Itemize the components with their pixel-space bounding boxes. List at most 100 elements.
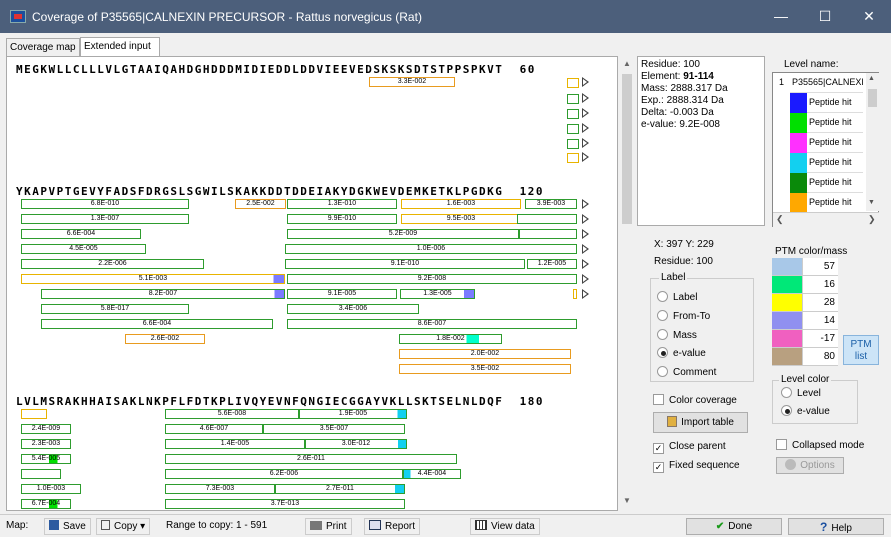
peptide-bar[interactable]: 5.6E-008 xyxy=(165,409,299,419)
radio-circle[interactable] xyxy=(657,310,668,321)
peptide-bar[interactable]: 9.9E-010 xyxy=(287,214,397,224)
ptm-color-swatch[interactable] xyxy=(772,294,802,311)
level-list[interactable]: 1 P35565|CALNEXIN Peptide hit Peptide hit Pe… xyxy=(772,72,879,227)
ptm-row[interactable]: 80 xyxy=(772,348,838,366)
peptide-bar[interactable]: 2.7E-011 xyxy=(275,484,405,494)
ptm-list-button[interactable]: PTM list xyxy=(843,335,879,365)
peptide-bar[interactable]: 1.3E-005 xyxy=(400,289,475,299)
peptide-bar[interactable] xyxy=(573,289,577,299)
peptide-bar[interactable]: 3.0E-012 xyxy=(305,439,407,449)
peptide-bar[interactable]: 1.9E-005 xyxy=(299,409,407,419)
peptide-bar[interactable]: 2.2E-006 xyxy=(21,259,204,269)
scroll-left-icon[interactable]: ❮ xyxy=(776,214,784,225)
ptm-row[interactable]: 16 xyxy=(772,276,838,294)
expand-arrow-icon[interactable] xyxy=(582,199,589,209)
ptm-color-swatch[interactable] xyxy=(772,348,802,365)
expand-arrow-icon[interactable] xyxy=(582,229,589,239)
peptide-bar[interactable]: 6.6E-004 xyxy=(21,229,141,239)
ptm-color-swatch[interactable] xyxy=(772,258,802,275)
peptide-bar[interactable] xyxy=(567,109,579,119)
peptide-bar[interactable] xyxy=(567,153,579,163)
scroll-up-icon[interactable]: ▲ xyxy=(868,75,875,82)
level-color-swatch[interactable] xyxy=(790,193,807,213)
checkbox-box[interactable] xyxy=(653,394,664,405)
expand-arrow-icon[interactable] xyxy=(582,152,589,162)
peptide-bar[interactable]: 1.2E-005 xyxy=(527,259,577,269)
radio-circle[interactable] xyxy=(657,329,668,340)
level-color-swatch[interactable] xyxy=(790,113,807,133)
peptide-bar[interactable]: 1.0E-006 xyxy=(285,244,577,254)
ptm-color-swatch[interactable] xyxy=(772,330,802,347)
print-button[interactable]: Print xyxy=(305,518,352,535)
checkbox-box[interactable] xyxy=(776,439,787,450)
ptm-color-swatch[interactable] xyxy=(772,312,802,329)
peptide-bar[interactable]: 5.8E-017 xyxy=(41,304,189,314)
scroll-up-icon[interactable]: ▲ xyxy=(623,59,631,68)
level-row[interactable]: Peptide hit xyxy=(773,173,879,193)
radio-circle[interactable] xyxy=(781,387,792,398)
level-color-swatch[interactable] xyxy=(790,93,807,113)
scrollbar-thumb[interactable] xyxy=(622,74,632,224)
checkbox-box[interactable]: ✓ xyxy=(653,462,664,473)
ptm-mass-value[interactable]: 57 xyxy=(802,258,838,275)
peptide-bar[interactable]: 2.0E-002 xyxy=(399,349,571,359)
expand-arrow-icon[interactable] xyxy=(582,93,589,103)
level-row[interactable]: Peptide hit xyxy=(773,193,879,213)
level-color-swatch[interactable] xyxy=(790,153,807,173)
scrollbar-thumb[interactable] xyxy=(868,89,877,107)
maximize-icon[interactable]: ☐ xyxy=(803,0,847,33)
peptide-bar[interactable]: 2.4E-009 xyxy=(21,424,71,434)
ptm-mass-value[interactable]: 16 xyxy=(802,276,838,293)
options-button[interactable]: Options xyxy=(776,457,844,474)
ptm-mass-value[interactable]: -17 xyxy=(802,330,838,347)
peptide-bar[interactable]: 5.4E-005 xyxy=(21,454,71,464)
import-table-button[interactable]: Import table xyxy=(653,412,748,433)
expand-arrow-icon[interactable] xyxy=(582,138,589,148)
checkbox-box[interactable]: ✓ xyxy=(653,443,664,454)
scroll-down-icon[interactable]: ▼ xyxy=(623,496,631,505)
peptide-bar[interactable]: 9.2E-008 xyxy=(287,274,577,284)
level-row[interactable]: Peptide hit xyxy=(773,133,879,153)
peptide-bar[interactable]: 3.5E-002 xyxy=(399,364,571,374)
level-list-scrollbar[interactable]: ▲ ▼ xyxy=(866,73,879,211)
expand-arrow-icon[interactable] xyxy=(582,108,589,118)
peptide-bar[interactable]: 4.6E-007 xyxy=(165,424,263,434)
peptide-bar[interactable]: 8.2E-007 xyxy=(41,289,285,299)
minimize-icon[interactable]: — xyxy=(759,0,803,33)
radio-level-e-value[interactable]: e-value xyxy=(781,405,830,417)
ptm-row[interactable]: 28 xyxy=(772,294,838,312)
peptide-bar[interactable]: 9.1E-010 xyxy=(285,259,525,269)
ptm-row[interactable]: -17 xyxy=(772,330,838,348)
level-color-swatch[interactable] xyxy=(790,173,807,193)
peptide-bar[interactable] xyxy=(567,124,579,134)
radio-circle[interactable] xyxy=(657,366,668,377)
peptide-bar[interactable]: 2.5E-002 xyxy=(235,199,286,209)
expand-arrow-icon[interactable] xyxy=(582,289,589,299)
expand-arrow-icon[interactable] xyxy=(582,77,589,87)
view-data-button[interactable]: View data xyxy=(470,518,540,535)
peptide-bar[interactable]: 5.2E-009 xyxy=(287,229,519,239)
expand-arrow-icon[interactable] xyxy=(582,123,589,133)
peptide-bar[interactable]: 6.7E-004 xyxy=(21,499,71,509)
peptide-bar[interactable]: 6.6E-004 xyxy=(41,319,273,329)
help-button[interactable]: ? Help xyxy=(788,518,884,535)
scroll-right-icon[interactable]: ❯ xyxy=(868,214,876,225)
peptide-bar[interactable]: 6.8E-010 xyxy=(21,199,189,209)
peptide-bar[interactable]: 3.7E-013 xyxy=(165,499,405,509)
peptide-bar[interactable]: 1.4E-005 xyxy=(165,439,305,449)
peptide-bar[interactable] xyxy=(567,139,579,149)
radio-mass[interactable]: Mass xyxy=(657,329,697,341)
peptide-bar[interactable]: 3.9E-003 xyxy=(525,199,577,209)
collapsed-mode-checkbox[interactable]: Collapsed mode xyxy=(776,439,864,451)
close-icon[interactable]: ✕ xyxy=(847,0,891,33)
peptide-bar[interactable]: 9.1E-005 xyxy=(287,289,397,299)
peptide-bar[interactable]: 1.8E-002 xyxy=(399,334,502,344)
ptm-color-swatch[interactable] xyxy=(772,276,802,293)
expand-arrow-icon[interactable] xyxy=(582,214,589,224)
peptide-bar[interactable]: 1.3E-010 xyxy=(287,199,397,209)
ptm-mass-value[interactable]: 80 xyxy=(802,348,838,365)
ptm-mass-value[interactable]: 14 xyxy=(802,312,838,329)
expand-arrow-icon[interactable] xyxy=(582,244,589,254)
peptide-bar[interactable]: 7.3E-003 xyxy=(165,484,275,494)
radio-circle[interactable] xyxy=(657,347,668,358)
